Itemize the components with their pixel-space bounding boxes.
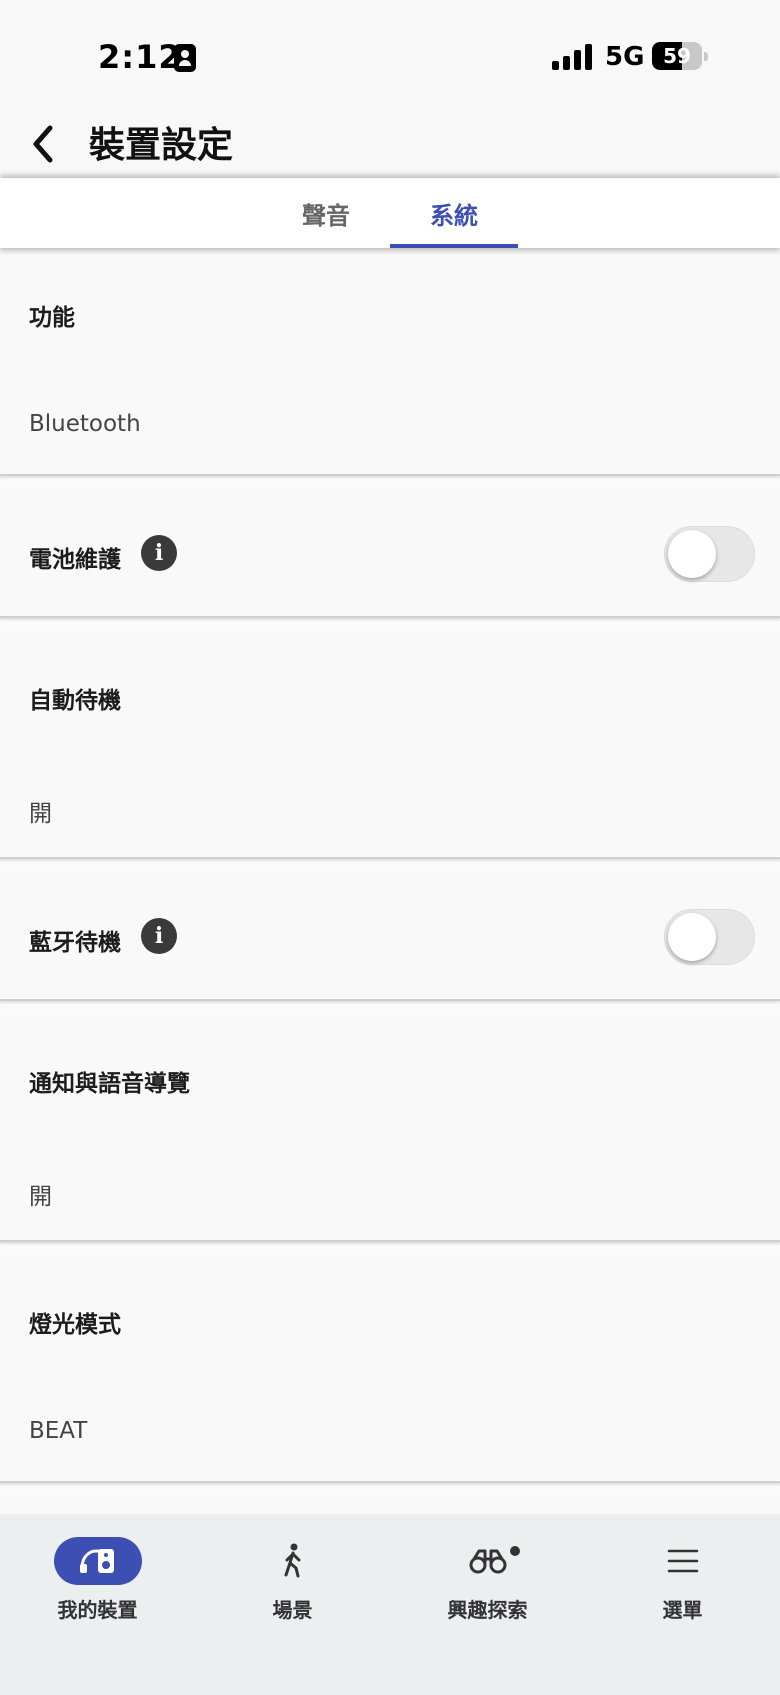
status-bar: 2:12 5G 59 — [0, 0, 780, 110]
setting-light-mode[interactable]: 燈光模式 BEAT — [0, 1255, 780, 1483]
battery-icon: 59 — [652, 42, 702, 70]
toggle-knob — [668, 913, 716, 961]
setting-title: 功能 — [29, 305, 75, 331]
setting-function[interactable]: 功能 Bluetooth — [0, 248, 780, 476]
binoculars-icon — [469, 1549, 506, 1574]
nav-label: 場景 — [272, 1598, 313, 1622]
nav-my-device[interactable]: 我的裝置 — [0, 1514, 195, 1644]
menu-icon — [667, 1549, 698, 1573]
setting-title: 電池維護 — [29, 547, 121, 573]
active-tab-indicator — [390, 244, 518, 248]
nav-discover[interactable]: 興趣探索 — [390, 1514, 585, 1644]
nav-active-pill — [53, 1537, 142, 1585]
bluetooth-standby-toggle[interactable] — [664, 909, 755, 965]
tab-system[interactable]: 系統 — [390, 178, 518, 248]
network-type: 5G — [605, 42, 645, 72]
setting-value: BEAT — [29, 1418, 88, 1444]
app-header: 裝置設定 — [0, 110, 780, 178]
bottom-navigation: 我的裝置 場景 興趣探索 選單 — [0, 1514, 780, 1695]
setting-auto-standby[interactable]: 自動待機 開 — [0, 631, 780, 859]
toggle-knob — [668, 530, 716, 578]
setting-battery-care: 電池維護 i — [0, 489, 780, 618]
setting-title: 藍牙待機 — [29, 930, 121, 956]
person-badge-icon — [174, 44, 196, 72]
nav-label: 我的裝置 — [57, 1598, 138, 1622]
setting-value: 開 — [29, 801, 52, 827]
page-title: 裝置設定 — [89, 125, 234, 166]
setting-value: Bluetooth — [29, 411, 141, 437]
setting-value: 開 — [29, 1184, 52, 1210]
setting-title: 通知與語音導覽 — [29, 1071, 190, 1097]
nav-icon-wrap — [249, 1537, 337, 1585]
tab-bar: 聲音 系統 — [0, 178, 780, 248]
tab-sound[interactable]: 聲音 — [262, 178, 390, 248]
battery-level: 59 — [663, 44, 691, 68]
speaker-headphones-icon — [79, 1549, 114, 1573]
notification-dot — [510, 1546, 520, 1556]
back-button[interactable] — [14, 114, 74, 174]
nav-icon-wrap — [444, 1537, 532, 1585]
setting-notification-voice[interactable]: 通知與語音導覽 開 — [0, 1014, 780, 1242]
chevron-left-icon — [33, 125, 53, 163]
nav-scene[interactable]: 場景 — [195, 1514, 390, 1644]
walking-person-icon — [284, 1543, 300, 1578]
cellular-signal-icon — [552, 44, 594, 70]
info-icon[interactable]: i — [141, 535, 177, 571]
nav-label: 選單 — [662, 1598, 703, 1622]
nav-label: 興趣探索 — [447, 1598, 528, 1622]
setting-title: 燈光模式 — [29, 1312, 121, 1338]
nav-icon-wrap — [639, 1537, 727, 1585]
setting-bluetooth-standby: 藍牙待機 i — [0, 872, 780, 1001]
nav-menu[interactable]: 選單 — [585, 1514, 780, 1644]
setting-title: 自動待機 — [29, 688, 121, 714]
info-icon[interactable]: i — [141, 918, 177, 954]
battery-care-toggle[interactable] — [664, 526, 755, 582]
battery-cap — [704, 52, 708, 61]
status-time: 2:12 — [98, 38, 182, 76]
